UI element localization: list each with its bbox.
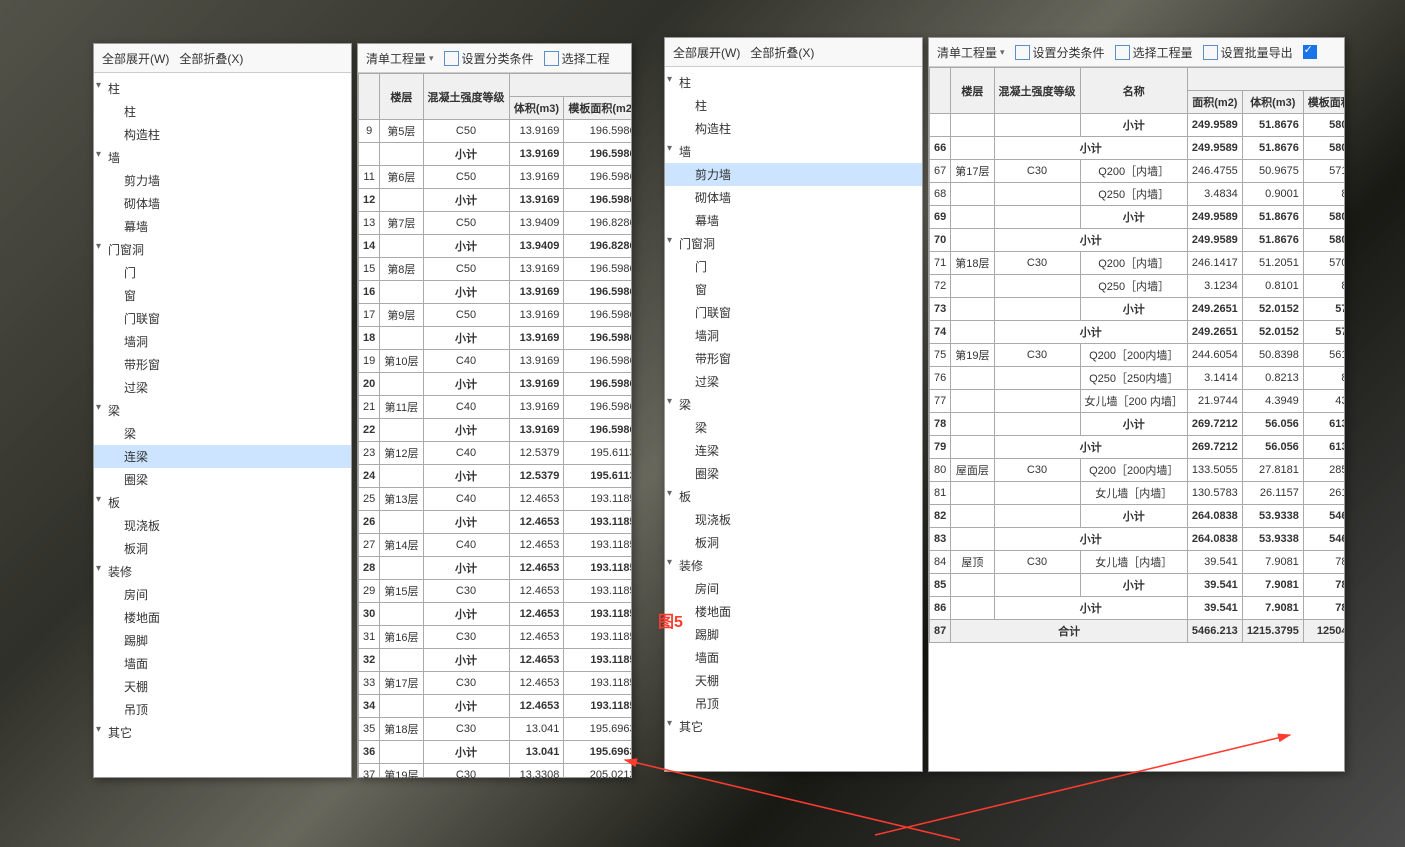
tree-item[interactable]: 天棚 <box>94 675 351 698</box>
tree-item[interactable]: 梁 <box>665 416 922 439</box>
qty-dropdown[interactable]: 清单工程量 <box>937 44 1005 61</box>
tree-item[interactable]: 门联窗 <box>94 307 351 330</box>
select-qty-button[interactable]: 选择工程量 <box>1115 44 1193 61</box>
tree-item[interactable]: 天棚 <box>665 669 922 692</box>
select-project-button[interactable]: 选择工程 <box>544 50 610 67</box>
tree-group[interactable]: 板 <box>665 485 922 508</box>
set-condition-button[interactable]: 设置分类条件 <box>444 50 534 67</box>
tree-item[interactable]: 踢脚 <box>665 623 922 646</box>
tree-item[interactable]: 砌体墙 <box>94 192 351 215</box>
collapse-all-button[interactable]: 全部折叠(X) <box>750 44 814 61</box>
grid-icon <box>1015 45 1030 60</box>
tree-item[interactable]: 构造柱 <box>665 117 922 140</box>
tree-item[interactable]: 墙面 <box>665 646 922 669</box>
expand-all-button[interactable]: 全部展开(W) <box>673 44 740 61</box>
tree-group[interactable]: 门窗洞 <box>665 232 922 255</box>
tree-item[interactable]: 吊顶 <box>665 692 922 715</box>
tree-item[interactable]: 房间 <box>94 583 351 606</box>
toolbar-tree-right: 全部展开(W) 全部折叠(X) <box>665 38 922 67</box>
expand-all-button[interactable]: 全部展开(W) <box>102 50 169 67</box>
category-tree-right[interactable]: 柱柱构造柱墙剪力墙砌体墙幕墙门窗洞门窗门联窗墙洞带形窗过梁梁梁连梁圈梁板现浇板板… <box>665 67 922 780</box>
tree-item[interactable]: 幕墙 <box>94 215 351 238</box>
data-table-right[interactable]: 楼层混凝土强度等级名称面积(m2)体积(m3)模板面积(m2)超面小计249.9… <box>929 67 1344 772</box>
data-table-left[interactable]: 楼层混凝土强度等级体积(m3)模板面积(m2)9第5层C5013.9169196… <box>358 73 631 778</box>
tree-item[interactable]: 楼地面 <box>665 600 922 623</box>
toolbar-data-right: 清单工程量 设置分类条件 选择工程量 设置批量导出 <box>929 38 1344 67</box>
tree-group[interactable]: 板 <box>94 491 351 514</box>
tree-group[interactable]: 墙 <box>665 140 922 163</box>
tree-item[interactable]: 梁 <box>94 422 351 445</box>
tree-group[interactable]: 装修 <box>94 560 351 583</box>
tree-item[interactable]: 窗 <box>665 278 922 301</box>
tree-item[interactable]: 门联窗 <box>665 301 922 324</box>
tree-item[interactable]: 砌体墙 <box>665 186 922 209</box>
tree-group[interactable]: 墙 <box>94 146 351 169</box>
grid-icon <box>1115 45 1130 60</box>
tree-item[interactable]: 吊顶 <box>94 698 351 721</box>
tree-group[interactable]: 柱 <box>665 71 922 94</box>
toolbar-data-left: 清单工程量 设置分类条件 选择工程 <box>358 44 631 73</box>
tree-item[interactable]: 圈梁 <box>665 462 922 485</box>
tree-group[interactable]: 柱 <box>94 77 351 100</box>
tree-item[interactable]: 现浇板 <box>665 508 922 531</box>
export-checkbox[interactable] <box>1303 45 1317 59</box>
tree-item[interactable]: 剪力墙 <box>665 163 922 186</box>
tree-item[interactable]: 过梁 <box>94 376 351 399</box>
tree-group[interactable]: 其它 <box>94 721 351 744</box>
qty-dropdown[interactable]: 清单工程量 <box>366 50 434 67</box>
tree-item[interactable]: 连梁 <box>665 439 922 462</box>
panel-data-right: 清单工程量 设置分类条件 选择工程量 设置批量导出 楼层混凝土强度等级名称面积(… <box>928 37 1345 772</box>
tree-group[interactable]: 梁 <box>94 399 351 422</box>
tree-item[interactable]: 现浇板 <box>94 514 351 537</box>
grid-icon <box>444 51 459 66</box>
tree-item[interactable]: 墙洞 <box>94 330 351 353</box>
tree-item[interactable]: 房间 <box>665 577 922 600</box>
tree-item[interactable]: 幕墙 <box>665 209 922 232</box>
batch-export-button[interactable]: 设置批量导出 <box>1203 44 1293 61</box>
tree-item[interactable]: 板洞 <box>665 531 922 554</box>
tree-item[interactable]: 墙洞 <box>665 324 922 347</box>
tree-group[interactable]: 梁 <box>665 393 922 416</box>
tree-item[interactable]: 门 <box>665 255 922 278</box>
tree-group[interactable]: 门窗洞 <box>94 238 351 261</box>
tree-item[interactable]: 带形窗 <box>94 353 351 376</box>
tree-item[interactable]: 连梁 <box>94 445 351 468</box>
tree-item[interactable]: 柱 <box>665 94 922 117</box>
tree-item[interactable]: 剪力墙 <box>94 169 351 192</box>
tree-item[interactable]: 门 <box>94 261 351 284</box>
tree-item[interactable]: 过梁 <box>665 370 922 393</box>
tree-item[interactable]: 圈梁 <box>94 468 351 491</box>
collapse-all-button[interactable]: 全部折叠(X) <box>179 50 243 67</box>
toolbar-tree-left: 全部展开(W) 全部折叠(X) <box>94 44 351 73</box>
tree-item[interactable]: 构造柱 <box>94 123 351 146</box>
export-icon <box>1203 45 1218 60</box>
set-condition-button[interactable]: 设置分类条件 <box>1015 44 1105 61</box>
tree-group[interactable]: 其它 <box>665 715 922 738</box>
tree-item[interactable]: 踢脚 <box>94 629 351 652</box>
tree-item[interactable]: 板洞 <box>94 537 351 560</box>
tree-group[interactable]: 装修 <box>665 554 922 577</box>
category-tree-left[interactable]: 柱柱构造柱墙剪力墙砌体墙幕墙门窗洞门窗门联窗墙洞带形窗过梁梁梁连梁圈梁板现浇板板… <box>94 73 351 786</box>
tree-item[interactable]: 窗 <box>94 284 351 307</box>
tree-item[interactable]: 柱 <box>94 100 351 123</box>
panel-tree-right: 全部展开(W) 全部折叠(X) 柱柱构造柱墙剪力墙砌体墙幕墙门窗洞门窗门联窗墙洞… <box>664 37 923 772</box>
grid-icon <box>544 51 559 66</box>
figure-label: 图5 <box>658 608 683 632</box>
panel-tree-left: 全部展开(W) 全部折叠(X) 柱柱构造柱墙剪力墙砌体墙幕墙门窗洞门窗门联窗墙洞… <box>93 43 352 778</box>
tree-item[interactable]: 带形窗 <box>665 347 922 370</box>
panel-data-left: 清单工程量 设置分类条件 选择工程 楼层混凝土强度等级体积(m3)模板面积(m2… <box>357 43 632 778</box>
tree-item[interactable]: 墙面 <box>94 652 351 675</box>
tree-item[interactable]: 楼地面 <box>94 606 351 629</box>
